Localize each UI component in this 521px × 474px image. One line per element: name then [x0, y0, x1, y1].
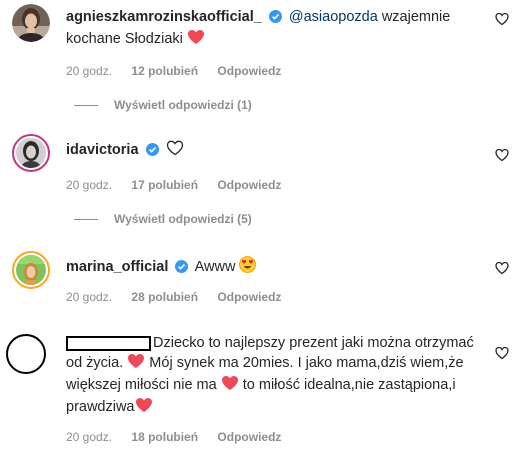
comment-text: agnieszkamrozinskaofficial_ @asiaopozda … [66, 8, 481, 51]
avatar-photo-icon [16, 138, 46, 168]
comment-time[interactable]: 20 godz. [66, 178, 112, 192]
like-heart-icon[interactable] [495, 12, 509, 26]
reply-button[interactable]: Odpowiedz [217, 290, 281, 304]
redacted-avatar[interactable] [6, 334, 46, 374]
red-heart-emoji-icon [187, 29, 205, 51]
view-replies-label: Wyświetl odpowiedzi (5) [114, 212, 252, 226]
verified-badge-icon [175, 260, 189, 279]
divider [74, 218, 98, 220]
comment-text: marina_official Awww [66, 256, 481, 279]
avatar[interactable] [12, 134, 50, 172]
comment-meta: 20 godz. 17 polubień Odpowiedz [66, 178, 297, 192]
view-replies-button[interactable]: Wyświetl odpowiedzi (5) [66, 212, 252, 226]
avatar[interactable] [12, 251, 50, 289]
view-replies-label: Wyświetl odpowiedzi (1) [114, 98, 252, 112]
avatar[interactable] [12, 4, 50, 42]
comment-meta: 20 godz. 18 polubień Odpowiedz [66, 430, 297, 444]
comment-time[interactable]: 20 godz. [66, 430, 112, 444]
red-heart-emoji-icon [135, 397, 153, 419]
redacted-username[interactable] [66, 336, 151, 351]
like-heart-icon[interactable] [495, 261, 509, 275]
comment-text: idavictoria [66, 140, 481, 162]
reply-button[interactable]: Odpowiedz [217, 430, 281, 444]
view-replies-button[interactable]: Wyświetl odpowiedzi (1) [66, 98, 252, 112]
comment-meta: 20 godz. 12 polubień Odpowiedz [66, 64, 297, 78]
white-heart-emoji-icon [166, 140, 184, 162]
comment-likes[interactable]: 18 polubień [131, 430, 198, 444]
divider [74, 104, 98, 106]
comment-item: agnieszkamrozinskaofficial_ @asiaopozda … [0, 0, 521, 120]
comment-likes[interactable]: 17 polubień [131, 178, 198, 192]
comment-username[interactable]: agnieszkamrozinskaofficial_ [66, 9, 262, 25]
red-heart-emoji-icon [127, 353, 145, 375]
heart-eyes-emoji-icon [239, 256, 257, 279]
comment-likes[interactable]: 28 polubień [131, 290, 198, 304]
like-heart-icon[interactable] [495, 148, 509, 162]
reply-button[interactable]: Odpowiedz [217, 178, 281, 192]
comment-time[interactable]: 20 godz. [66, 64, 112, 78]
comment-username[interactable]: marina_official [66, 259, 168, 275]
comment-item: Dziecko to najlepszy prezent jaki można … [0, 322, 521, 472]
avatar-photo-icon [16, 255, 46, 285]
comment-item: idavictoria 20 godz. 17 polubień Odpowie… [0, 130, 521, 230]
like-heart-icon[interactable] [495, 346, 509, 360]
verified-badge-icon [145, 143, 159, 162]
verified-badge-icon [268, 10, 282, 29]
reply-button[interactable]: Odpowiedz [217, 64, 281, 78]
comment-meta: 20 godz. 28 polubień Odpowiedz [66, 290, 297, 304]
comment-item: marina_official Awww 20 godz. 28 polubie… [0, 245, 521, 310]
comment-username[interactable]: idavictoria [66, 142, 139, 158]
avatar-photo-icon [12, 4, 50, 42]
comment-likes[interactable]: 12 polubień [131, 64, 198, 78]
comment-text: Dziecko to najlepszy prezent jaki można … [66, 334, 486, 419]
mention-link[interactable]: @asiaopozda [289, 9, 378, 25]
red-heart-emoji-icon [221, 375, 239, 397]
comment-body: Awww [194, 259, 236, 275]
comment-time[interactable]: 20 godz. [66, 290, 112, 304]
